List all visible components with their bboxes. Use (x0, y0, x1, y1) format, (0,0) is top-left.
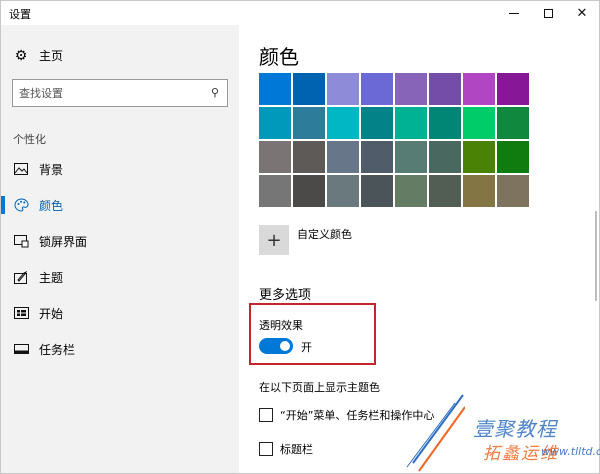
sidebar-item-label: 背景 (39, 162, 64, 177)
color-swatch[interactable] (361, 141, 393, 173)
color-swatch[interactable] (293, 73, 325, 105)
minimize-icon (509, 12, 519, 14)
search-icon[interactable]: ⚲ (207, 85, 223, 101)
color-swatch[interactable] (463, 73, 495, 105)
gear-icon: ⚙ (14, 47, 28, 64)
title-bar-checkbox[interactable] (259, 442, 273, 456)
settings-window: 设置 ✕ ⚙ 主页 ⚲ 个性化 背景 颜色 (0, 0, 600, 474)
color-swatch[interactable] (259, 107, 291, 139)
lock-screen-icon (13, 233, 29, 249)
custom-color-button[interactable]: + 自定义颜色 (259, 225, 352, 255)
home-label: 主页 (39, 49, 64, 63)
sidebar-item-label: 任务栏 (39, 342, 76, 357)
start-taskbar-action-center-checkbox-row[interactable]: “开始”菜单、任务栏和操作中心 (259, 407, 434, 423)
title-bar-checkbox-row[interactable]: 标题栏 (259, 441, 313, 457)
show-accent-label: 在以下页面上显示主题色 (259, 381, 380, 394)
transparency-label: 透明效果 (259, 319, 303, 332)
search-box: ⚲ (12, 79, 228, 107)
sidebar-item-taskbar[interactable]: 任务栏 (1, 331, 239, 367)
sidebar-item-colors[interactable]: 颜色 (1, 187, 239, 223)
sidebar-item-start[interactable]: 开始 (1, 295, 239, 331)
color-swatch[interactable] (463, 107, 495, 139)
checkbox-label: 标题栏 (280, 443, 313, 456)
start-taskbar-checkbox[interactable] (259, 408, 273, 422)
more-options-heading: 更多选项 (259, 288, 312, 303)
sidebar-item-lock-screen[interactable]: 锁屏界面 (1, 223, 239, 259)
scrollbar-thumb[interactable] (595, 211, 597, 301)
color-swatch[interactable] (327, 73, 359, 105)
theme-icon (13, 269, 29, 285)
window-title: 设置 (9, 8, 31, 21)
color-swatch[interactable] (429, 141, 461, 173)
color-swatch[interactable] (497, 107, 529, 139)
color-swatch[interactable] (429, 73, 461, 105)
sidebar-item-themes[interactable]: 主题 (1, 259, 239, 295)
color-swatch[interactable] (395, 141, 427, 173)
transparency-state: 开 (301, 341, 312, 354)
color-swatch[interactable] (395, 175, 427, 207)
color-swatch[interactable] (361, 175, 393, 207)
maximize-icon (543, 8, 553, 18)
sidebar: ⚙ 主页 ⚲ 个性化 背景 颜色 锁屏界面 (1, 25, 239, 473)
custom-color-label: 自定义颜色 (297, 228, 352, 241)
color-swatch[interactable] (361, 107, 393, 139)
image-icon (13, 161, 29, 177)
minimize-button[interactable] (497, 1, 531, 25)
accent-color-grid (259, 73, 533, 207)
color-swatch[interactable] (497, 175, 529, 207)
plus-icon: + (259, 225, 289, 255)
color-swatch[interactable] (259, 141, 291, 173)
sidebar-item-label: 主题 (39, 270, 64, 285)
color-swatch[interactable] (463, 175, 495, 207)
close-icon: ✕ (576, 5, 588, 21)
section-label: 个性化 (13, 133, 46, 146)
scrollbar[interactable] (593, 25, 599, 473)
color-swatch[interactable] (293, 141, 325, 173)
color-swatch[interactable] (293, 107, 325, 139)
sidebar-item-label: 颜色 (39, 198, 64, 213)
highlight-box (249, 303, 376, 365)
toggle-knob (280, 341, 290, 351)
color-swatch[interactable] (463, 141, 495, 173)
color-swatch[interactable] (293, 175, 325, 207)
color-swatch[interactable] (395, 107, 427, 139)
color-swatch[interactable] (497, 73, 529, 105)
color-swatch[interactable] (429, 107, 461, 139)
taskbar-icon (13, 341, 29, 357)
color-swatch[interactable] (259, 175, 291, 207)
close-button[interactable]: ✕ (565, 1, 599, 25)
title-bar: 设置 ✕ (1, 1, 599, 25)
home-nav-item[interactable]: ⚙ 主页 (13, 47, 63, 64)
color-swatch[interactable] (327, 107, 359, 139)
sidebar-item-label: 锁屏界面 (39, 234, 88, 249)
color-swatch[interactable] (361, 73, 393, 105)
transparency-toggle[interactable] (259, 338, 293, 354)
maximize-button[interactable] (531, 1, 565, 25)
sidebar-item-background[interactable]: 背景 (1, 151, 239, 187)
color-swatch[interactable] (395, 73, 427, 105)
search-input[interactable] (13, 80, 203, 106)
palette-icon (13, 197, 29, 213)
color-swatch[interactable] (497, 141, 529, 173)
color-swatch[interactable] (327, 175, 359, 207)
color-swatch[interactable] (429, 175, 461, 207)
color-swatch[interactable] (259, 73, 291, 105)
color-swatch[interactable] (327, 141, 359, 173)
sidebar-item-label: 开始 (39, 306, 64, 321)
page-title: 颜色 (259, 45, 299, 69)
checkbox-label: “开始”菜单、任务栏和操作中心 (280, 409, 435, 422)
start-icon (13, 305, 29, 321)
